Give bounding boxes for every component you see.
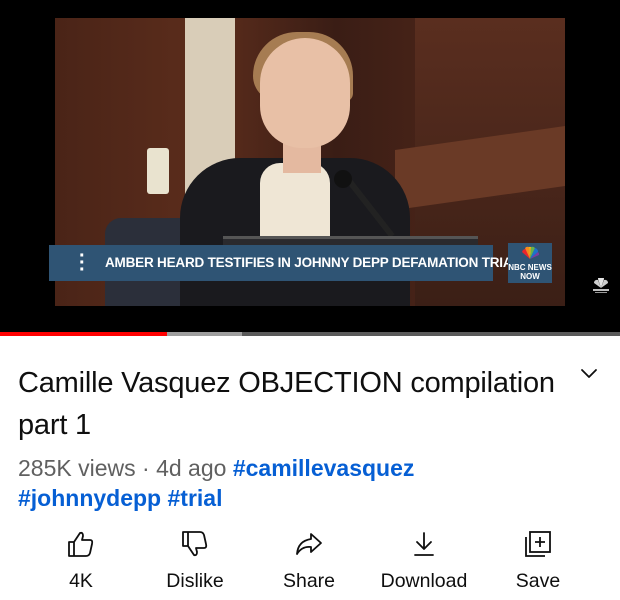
network-label: NBC NEWS NOW [508, 263, 552, 281]
video-metadata: 285K views · 4d ago #camillevasquez #joh… [18, 453, 608, 513]
action-bar: 4K Dislike Share Download Save [0, 528, 620, 600]
share-arrow-icon [296, 533, 322, 555]
dislike-label: Dislike [166, 570, 224, 592]
progress-played[interactable] [0, 332, 167, 336]
download-label: Download [380, 570, 468, 592]
thumbs-up-icon [68, 531, 94, 557]
like-button[interactable]: 4K [31, 528, 131, 600]
download-button[interactable]: Download [374, 528, 474, 600]
microphone-head [334, 170, 352, 188]
save-playlist-icon [525, 531, 551, 557]
wall-switch [147, 148, 169, 194]
nbc-watermark-icon [593, 278, 609, 293]
share-button[interactable]: Share [259, 528, 359, 600]
share-label: Share [282, 570, 336, 592]
hashtag-link[interactable]: #johnnydepp [18, 485, 161, 511]
banner-dots-icon: · · · [79, 245, 86, 281]
network-line1: NBC NEWS [508, 263, 552, 272]
dislike-button[interactable]: Dislike [145, 528, 245, 600]
thumbs-down-icon [182, 531, 208, 557]
network-line2: NOW [520, 272, 540, 281]
like-count: 4K [69, 570, 93, 592]
download-icon [414, 532, 434, 556]
upload-age: 4d ago [156, 455, 227, 481]
chevron-down-icon[interactable] [578, 366, 600, 382]
progress-buffered [167, 332, 242, 336]
video-player[interactable]: · · · AMBER HEARD TESTIFIES IN JOHNNY DEPP… [0, 0, 620, 334]
save-label: Save [515, 570, 561, 592]
hashtag-link[interactable]: #trial [168, 485, 223, 511]
witness-head [260, 38, 350, 148]
meta-separator: · [142, 455, 150, 481]
hashtag-link[interactable]: #camillevasquez [233, 455, 415, 481]
nbc-peacock-icon [522, 246, 540, 259]
video-title[interactable]: Camille Vasquez OBJECTION compilation pa… [18, 362, 568, 446]
lower-third-text: AMBER HEARD TESTIFIES IN JOHNNY DEPP DEF… [105, 255, 521, 270]
view-count: 285K views [18, 455, 136, 481]
save-button[interactable]: Save [488, 528, 588, 600]
